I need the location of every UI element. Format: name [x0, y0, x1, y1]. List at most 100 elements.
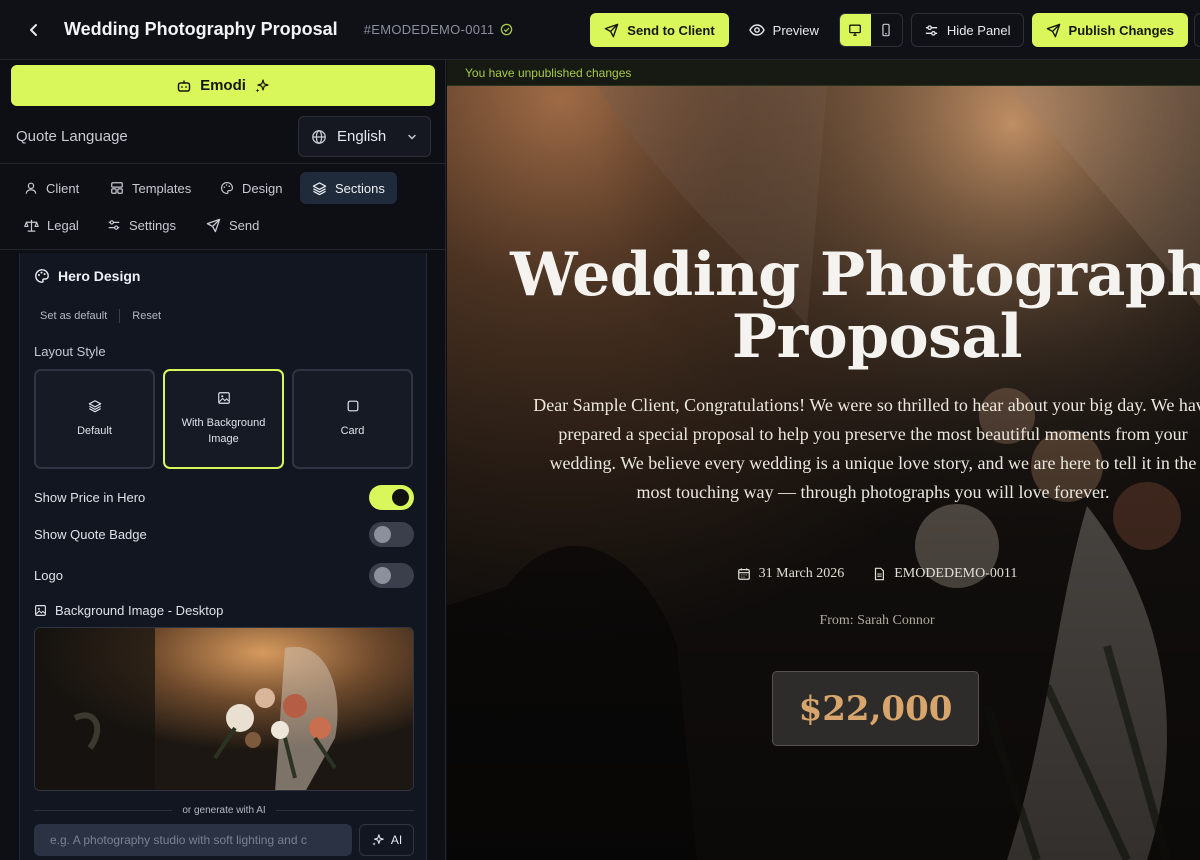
page-title: Wedding Photography Proposal	[64, 19, 338, 39]
generate-with-ai-divider: or generate with AI	[34, 803, 415, 817]
preview-label: Preview	[772, 22, 819, 38]
sparkles-icon	[372, 834, 384, 846]
tab-design[interactable]: Design	[208, 172, 294, 204]
show-quote-badge-row: Show Quote Badge	[34, 521, 414, 547]
send-icon	[1046, 23, 1060, 37]
toggle-knob	[374, 525, 391, 543]
divider-line	[275, 809, 415, 811]
set-as-default-link[interactable]: Set as default	[40, 310, 107, 322]
bouquet-photo-thumbnail	[35, 628, 413, 790]
background-image-thumbnail[interactable]	[34, 627, 414, 791]
layout-option-card-label: Card	[340, 425, 365, 437]
send-icon	[206, 218, 221, 232]
tab-settings[interactable]: Settings	[95, 209, 188, 241]
quote-date-text: 31 March 2026	[758, 566, 845, 581]
tab-client-label: Client	[46, 180, 80, 196]
hero-design-heading: Hero Design	[34, 268, 140, 284]
editor-panel: Emodi Quote Language English Client Temp…	[0, 60, 446, 860]
tab-sections[interactable]: Sections	[300, 172, 397, 204]
hide-panel-button[interactable]: Hide Panel	[910, 13, 1024, 47]
hero-price-badge: $22,000	[772, 671, 979, 746]
layout-option-background-image-label: With Background Image	[181, 417, 266, 445]
logo-toggle[interactable]	[369, 562, 414, 588]
hero-meta: 31 March 2026 EMODEDEMO-0011	[447, 566, 1200, 582]
hero-design-card: Hero Design Set as default Reset Layout …	[19, 253, 427, 860]
tab-design-label: Design	[242, 180, 283, 196]
layout-option-default[interactable]: Default	[34, 369, 155, 469]
layout-icon	[111, 182, 123, 194]
background-image-desktop-label: Background Image - Desktop	[55, 603, 224, 618]
show-price-toggle[interactable]	[369, 484, 414, 510]
document-id-text: #EMODEDEMO-0011	[363, 22, 495, 37]
tab-send[interactable]: Send	[194, 209, 271, 241]
document-icon	[875, 567, 885, 581]
sliders-icon	[925, 24, 938, 36]
tab-templates[interactable]: Templates	[98, 172, 203, 204]
tab-legal-label: Legal	[47, 217, 79, 233]
publish-changes-button[interactable]: Publish Changes	[1031, 13, 1188, 47]
tab-templates-label: Templates	[132, 180, 192, 196]
quote-language-label: Quote Language	[16, 128, 128, 145]
layout-option-default-label: Default	[77, 425, 112, 437]
hide-panel-label: Hide Panel	[946, 22, 1011, 38]
tab-client[interactable]: Client	[12, 172, 91, 204]
divider-line	[34, 809, 173, 811]
quote-number: EMODEDEMO-0011	[872, 566, 1017, 582]
layout-option-background-image[interactable]: With Background Image	[163, 369, 284, 469]
ai-generate-button[interactable]: AI	[359, 824, 414, 856]
palette-icon	[35, 269, 49, 283]
top-actions: Send to Client Preview Hide Panel Publis…	[590, 13, 1200, 47]
unpublished-changes-notice: You have unpublished changes	[447, 60, 1200, 86]
layers-icon	[312, 181, 327, 195]
hero-title: Wedding Photography Proposal	[510, 240, 1200, 372]
layout-option-card[interactable]: Card	[292, 369, 413, 469]
show-quote-badge-label: Show Quote Badge	[34, 526, 147, 542]
quote-date: 31 March 2026	[737, 566, 845, 582]
proposal-preview: You have unpublished changes Wedding Pho…	[447, 60, 1200, 860]
mobile-view-button[interactable]	[871, 14, 902, 46]
tab-legal[interactable]: Legal	[12, 209, 91, 241]
separator	[119, 309, 121, 323]
calendar-icon	[737, 568, 750, 580]
bot-icon	[177, 80, 191, 92]
eye-icon	[748, 24, 765, 36]
more-button[interactable]	[1194, 13, 1200, 47]
image-icon	[217, 392, 230, 404]
top-bar: Wedding Photography Proposal #EMODEDEMO-…	[0, 0, 1200, 60]
hero-price: $22,000	[798, 688, 953, 729]
generate-with-ai-label: or generate with AI	[182, 804, 266, 816]
send-to-client-label: Send to Client	[627, 22, 715, 38]
background-image-desktop-heading: Background Image - Desktop	[34, 603, 223, 618]
reset-link[interactable]: Reset	[132, 310, 161, 322]
tab-sections-label: Sections	[335, 180, 385, 196]
show-price-row: Show Price in Hero	[34, 484, 414, 510]
send-to-client-button[interactable]: Send to Client	[590, 13, 729, 47]
user-icon	[25, 182, 37, 194]
publish-changes-label: Publish Changes	[1068, 22, 1174, 38]
preview-button[interactable]: Preview	[737, 13, 831, 47]
default-actions: Set as default Reset	[40, 309, 161, 323]
emodi-button[interactable]: Emodi	[11, 65, 435, 106]
logo-row: Logo	[34, 562, 414, 588]
back-button[interactable]	[14, 10, 54, 50]
hero-intro-text: Dear Sample Client, Congratulations! We …	[533, 395, 1200, 502]
ai-button-label: AI	[390, 833, 403, 847]
square-icon	[347, 400, 358, 412]
language-select[interactable]: English	[298, 116, 431, 157]
from-sender: From: Sarah Connor	[819, 613, 935, 628]
ai-prompt-input[interactable]: e.g. A photography studio with soft ligh…	[34, 824, 352, 856]
chevron-down-icon	[408, 134, 416, 140]
tab-send-label: Send	[229, 217, 260, 233]
show-quote-badge-toggle[interactable]	[369, 521, 414, 547]
divider	[0, 249, 445, 250]
image-icon	[35, 605, 46, 616]
toggle-knob	[374, 566, 391, 584]
layers-icon	[88, 400, 101, 413]
language-value: English	[337, 128, 387, 145]
desktop-view-button[interactable]	[839, 14, 871, 46]
scale-icon	[24, 219, 39, 232]
send-icon	[604, 23, 619, 37]
document-id: #EMODEDEMO-0011	[364, 22, 514, 37]
quote-language-row: Quote Language English	[0, 110, 445, 164]
palette-icon	[221, 182, 233, 194]
